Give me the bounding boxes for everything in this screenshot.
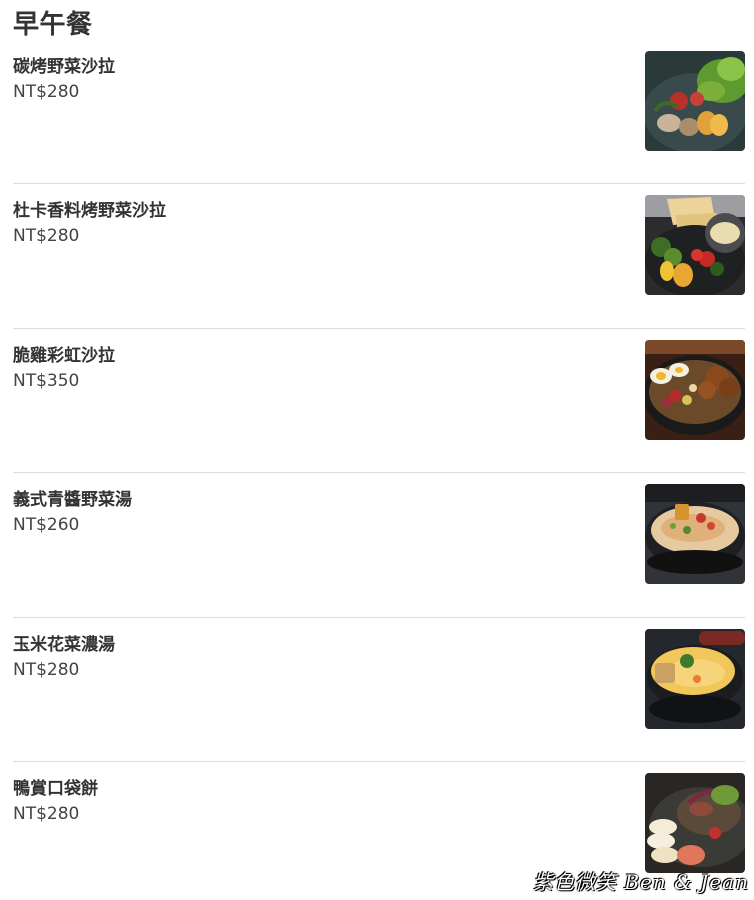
item-name: 義式青醬野菜湯 [13, 490, 132, 511]
item-name: 碳烤野菜沙拉 [13, 57, 115, 77]
menu-list: 碳烤野菜沙拉 NT$280 杜卡香料烤野菜沙拉 NT$280 脆雞彩虹沙拉 NT… [13, 40, 745, 900]
menu-item[interactable]: 碳烤野菜沙拉 NT$280 [13, 40, 745, 185]
crispy-chicken-rainbow-salad-photo[interactable] [645, 339, 745, 440]
item-price: NT$350 [13, 370, 80, 391]
item-price: NT$280 [13, 226, 80, 247]
pesto-vegetable-soup-photo[interactable] [645, 484, 745, 585]
watermark: 紫色微笑 Ben & Jean [533, 870, 749, 894]
item-name: 鴨賞口袋餅 [13, 778, 98, 799]
item-price: NT$280 [13, 803, 80, 824]
item-price: NT$280 [13, 82, 80, 102]
item-price: NT$280 [13, 659, 80, 680]
corn-cauliflower-soup-photo[interactable] [645, 628, 745, 729]
section-title: 早午餐 [13, 10, 93, 40]
item-name: 脆雞彩虹沙拉 [13, 345, 115, 366]
item-name: 杜卡香料烤野菜沙拉 [13, 201, 166, 222]
dukkah-roasted-vegetable-salad-photo[interactable] [645, 195, 745, 296]
menu-item[interactable]: 杜卡香料烤野菜沙拉 NT$280 [13, 184, 745, 329]
menu-item[interactable]: 脆雞彩虹沙拉 NT$350 [13, 329, 745, 474]
item-price: NT$260 [13, 515, 80, 536]
grilled-vegetable-salad-photo[interactable] [645, 51, 745, 151]
menu-item[interactable]: 義式青醬野菜湯 NT$260 [13, 473, 745, 618]
smoked-duck-pocket-bread-photo[interactable] [645, 772, 745, 873]
menu-item[interactable]: 玉米花菜濃湯 NT$280 [13, 618, 745, 762]
item-name: 玉米花菜濃湯 [13, 634, 115, 655]
